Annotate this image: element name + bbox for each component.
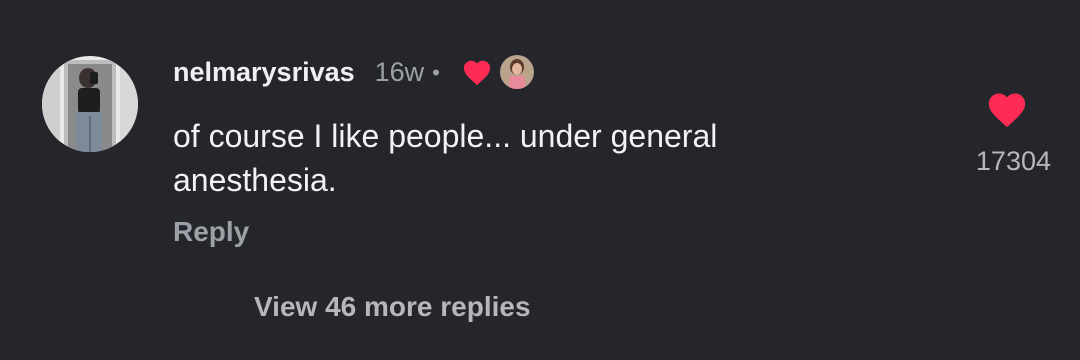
username[interactable]: nelmarysrivas [173, 57, 355, 88]
avatar-photo [42, 56, 138, 152]
comment-text: of course I like people... under general… [173, 114, 873, 202]
view-more-replies-button[interactable]: View 46 more replies [254, 291, 531, 323]
comment-header: nelmarysrivas 16w • [173, 52, 534, 92]
separator-dot: • [432, 60, 440, 85]
timestamp: 16w [374, 56, 425, 87]
like-heart-icon[interactable] [986, 90, 1028, 128]
creator-avatar [499, 55, 534, 89]
avatar[interactable] [42, 56, 138, 152]
comment-text-line-1: of course I like people... under general [173, 118, 718, 154]
comment-thread: nelmarysrivas 16w • of course I like peo… [0, 0, 1080, 360]
creator-liked-heart-icon [462, 58, 492, 86]
like-count: 17304 [975, 146, 1051, 176]
reply-button[interactable]: Reply [173, 216, 249, 248]
comment-text-line-2: anesthesia. [173, 162, 337, 198]
